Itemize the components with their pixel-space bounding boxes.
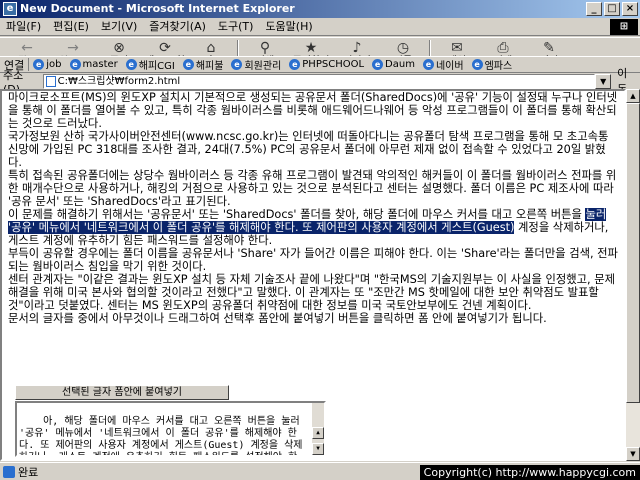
minimize-button[interactable]: _ [586,2,602,16]
scroll-thumb[interactable] [626,103,640,403]
search-icon: ⚲ [259,40,271,56]
article-paragraph: 부득이 공유할 경우에는 폴더 이름을 공유문서나 'Share' 자가 들어간… [8,247,618,273]
back-arrow-icon: ← [21,40,33,56]
link-label: master [82,59,118,70]
text-span: 이 문제를 해결하기 위해서는 '공유문서' 또는 'SharedDocs' 폴… [8,208,586,221]
link-item[interactable]: e 엠파스 [468,57,517,72]
article-paragraph: 특히 접속된 공유폴더에는 상당수 웜바이러스 등 각종 유해 프로그램이 발견… [8,169,617,208]
textarea-value: 아, 해당 폴더에 마우스 커서를 대고 오른쪽 버튼을 눌러 '공유' 메뉴에… [19,416,303,455]
paste-selection-button[interactable]: 선택된 글자 폼안에 붙여넣기 [15,385,229,400]
windows-logo-icon: ⊞ [610,19,638,35]
link-label: 네이버 [435,61,464,72]
ie-page-icon: e [289,59,301,70]
menu-bar: 파일(F) 편집(E) 보기(V) 즐겨찾기(A) 도구(T) 도움말(H) ⊞ [0,18,640,36]
ie-icon: e [3,2,17,16]
stop-icon: ⊗ [113,40,125,56]
link-label: Daum [385,59,415,70]
ie-page-icon: e [372,59,384,70]
page-done-icon [3,465,15,478]
title-bar: e New Document - Microsoft Internet Expl… [0,0,640,18]
textarea-scrollbar[interactable]: ▲ ▼ [312,403,324,455]
status-bar: 완료 Copyright(c) http://www.happycgi.com [0,462,640,480]
link-item[interactable]: e Daum [368,59,419,70]
media-icon: ♪ [352,40,362,56]
article-paragraph: 센터 관계자는 "이같은 결과는 윈도XP 설치 등 자체 기술조사 끝에 나왔… [8,273,615,312]
menu-tools[interactable]: 도구(T) [212,18,260,36]
page-scrollbar[interactable]: ▲ ▼ [626,89,640,461]
ie-page-icon: e [125,59,137,70]
link-label: 해피불 [195,61,224,72]
menu-view[interactable]: 보기(V) [95,18,143,36]
link-item[interactable]: e PHPSCHOOL [285,59,368,70]
address-value: C:₩스크립샷₩form2.html [57,75,181,87]
address-bar: 주소(D) C:₩스크립샷₩form2.html ▼ 이동 [0,67,640,96]
menu-help[interactable]: 도움말(H) [259,18,318,36]
home-icon: ⌂ [206,40,216,56]
address-dropdown-button[interactable]: ▼ [595,73,612,89]
paste-textarea[interactable]: 아, 해당 폴더에 마우스 커서를 대고 오른쪽 버튼을 눌러 '공유' 메뉴에… [15,401,326,457]
window-title: New Document - Microsoft Internet Explor… [20,2,295,15]
print-icon: ⎙ [497,40,509,56]
ie-page-icon: e [182,59,194,70]
link-label: PHPSCHOOL [302,59,365,70]
status-label: 완료 [18,465,39,479]
article-paragraph: 국가정보원 산하 국가사이버안전센터(www.ncsc.go.kr)는 인터넷에… [8,130,609,169]
link-item[interactable]: e 네이버 [419,57,468,72]
page-content: 마이크로소프트(MS)의 윈도XP 설치시 기본적으로 생성되는 공유문서 폴더… [0,89,626,461]
link-item[interactable]: e 해피CGI [122,57,179,72]
link-item[interactable]: e 회원관리 [227,57,285,72]
link-label: 엠파스 [484,61,513,72]
menu-file[interactable]: 파일(F) [0,18,47,36]
ie-page-icon: e [471,59,483,70]
refresh-icon: ⟳ [159,40,171,56]
article-paragraph: 마이크로소프트(MS)의 윈도XP 설치시 기본적으로 생성되는 공유문서 폴더… [8,91,618,130]
ie-page-icon: e [69,59,81,70]
scroll-up-icon[interactable]: ▲ [312,427,324,439]
article-paragraph: 이 문제를 해결하기 위해서는 '공유문서' 또는 'SharedDocs' 폴… [8,208,618,247]
menu-edit[interactable]: 편집(E) [47,18,95,36]
maximize-button[interactable]: □ [604,2,620,16]
edit-icon: ✎ [543,40,555,56]
link-item[interactable]: e 해피불 [179,57,228,72]
link-item[interactable]: e master [66,59,122,70]
links-list: e job e master e 해피CGI e 해피불 e 회원관리 e PHPSCHOOL e Dau… [29,57,516,72]
scroll-up-icon[interactable]: ▲ [626,89,640,103]
ie-page-icon: e [422,59,434,70]
close-button[interactable]: × [622,2,638,16]
address-input[interactable]: C:₩스크립샷₩form2.html [42,73,596,89]
link-label: job [46,59,62,70]
status: 완료 [0,464,38,480]
history-icon: ◷ [396,40,410,56]
links-bar: 연결 e job e master e 해피CGI e 해피불 e 회원관리 e PHPSCHOOL e… [0,56,640,73]
window-controls: _ □ × [586,2,638,16]
forward-arrow-icon: → [67,40,79,56]
scroll-down-icon[interactable]: ▼ [312,443,324,455]
scroll-down-icon[interactable]: ▼ [626,447,640,461]
menu-favorites[interactable]: 즐겨찾기(A) [143,18,212,36]
instruction-text: 문서의 글자를 중에서 아무것이나 드래그하여 선택후 폼안에 붙여넣기 버튼을… [8,312,547,325]
link-label: 회원관리 [244,61,282,72]
favorites-icon: ★ [304,40,318,56]
ie-page-icon: e [231,59,243,70]
link-label: 해피CGI [138,61,175,72]
page-icon [45,75,56,87]
mail-icon: ✉ [451,40,463,56]
article-body: 마이크로소프트(MS)의 윈도XP 설치시 기본적으로 생성되는 공유문서 폴더… [2,91,624,325]
copyright-label: Copyright(c) http://www.happycgi.com [419,465,640,480]
